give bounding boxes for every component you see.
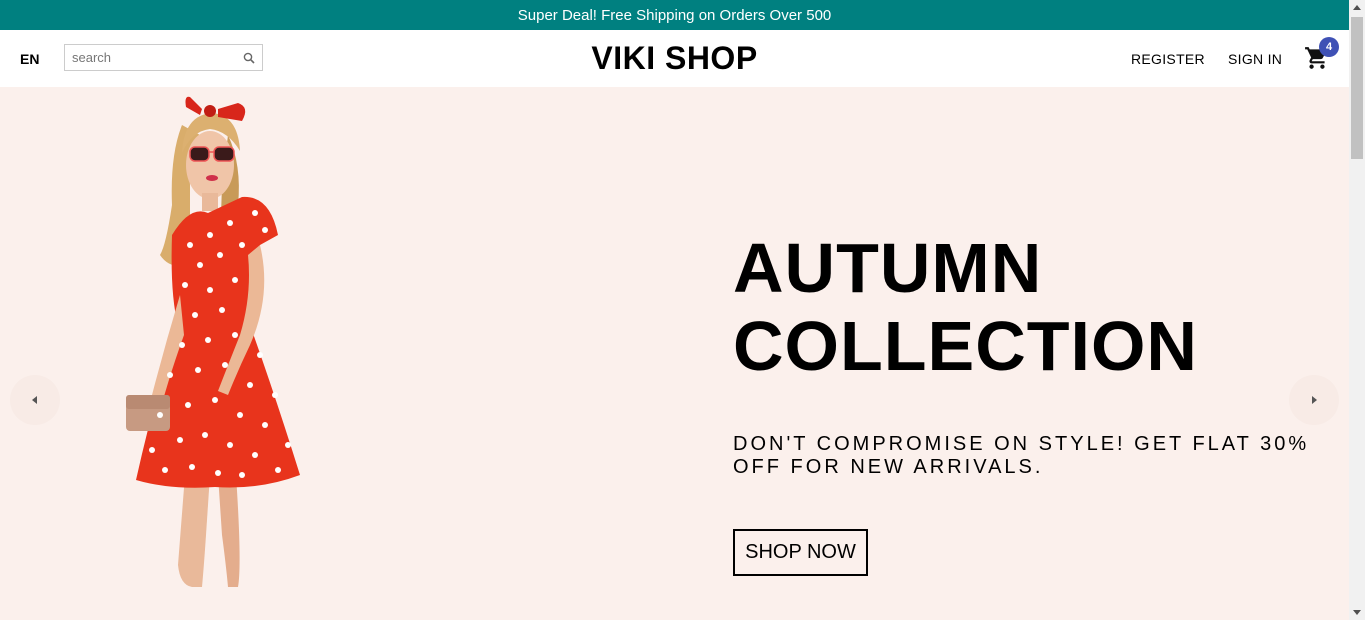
shop-now-button[interactable]: SHOP NOW <box>733 529 868 576</box>
page-scrollbar[interactable] <box>1349 0 1365 620</box>
slider-next-button[interactable] <box>1289 375 1339 425</box>
arrow-left-icon <box>32 396 37 404</box>
hero-slider: AUTUMN COLLECTION DON'T COMPROMISE ON ST… <box>0 87 1349 620</box>
hero-title: AUTUMN COLLECTION <box>733 229 1198 385</box>
slider-prev-button[interactable] <box>10 375 60 425</box>
scroll-down-arrow-icon[interactable] <box>1353 610 1361 615</box>
hero-model-image <box>126 96 300 587</box>
hero-description: DON'T COMPROMISE ON STYLE! GET FLAT 30% … <box>733 433 1310 478</box>
scroll-thumb[interactable] <box>1351 17 1363 159</box>
cart-count-badge: 4 <box>1319 37 1339 57</box>
sign-in-link[interactable]: SIGN IN <box>1228 51 1282 67</box>
hero-title-line1: AUTUMN <box>733 229 1043 307</box>
announcement-bar: Super Deal! Free Shipping on Orders Over… <box>0 0 1349 30</box>
register-link[interactable]: REGISTER <box>1131 51 1205 67</box>
announcement-text: Super Deal! Free Shipping on Orders Over… <box>517 6 832 24</box>
navbar: EN VIKI SHOP REGISTER SIGN IN 4 <box>0 30 1349 87</box>
scroll-up-arrow-icon[interactable] <box>1353 5 1361 10</box>
arrow-right-icon <box>1312 396 1317 404</box>
hero-title-line2: COLLECTION <box>733 307 1198 385</box>
